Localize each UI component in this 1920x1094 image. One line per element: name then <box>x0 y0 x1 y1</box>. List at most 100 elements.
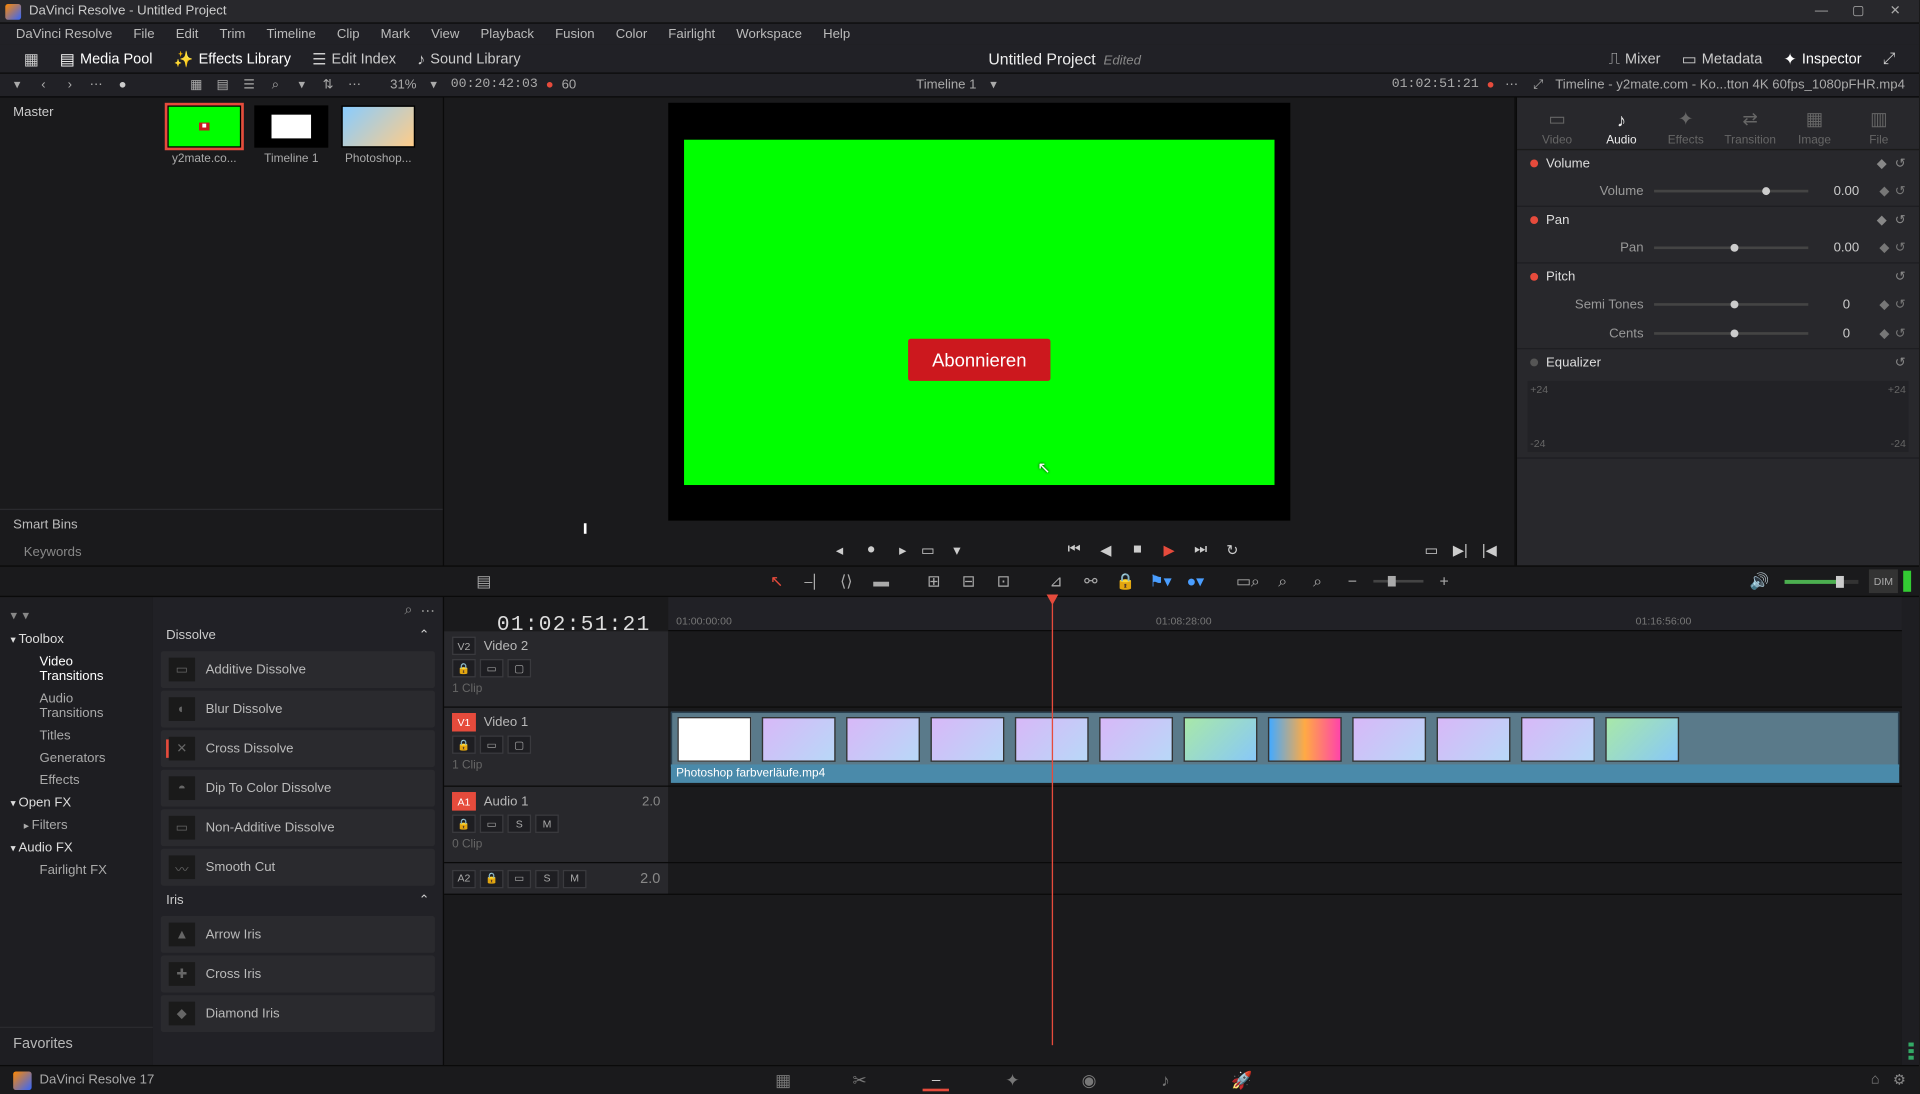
chevron-down-icon[interactable]: ▾ <box>424 76 442 94</box>
fx-group-dissolve[interactable]: Dissolve⌃ <box>153 623 443 648</box>
fx-toolbox[interactable]: ▾Toolbox <box>0 629 153 651</box>
overwrite-icon[interactable]: ⊟ <box>955 569 982 593</box>
play-icon[interactable]: ▶ <box>1157 538 1181 562</box>
solo-button[interactable]: S <box>535 869 559 887</box>
inspector-button[interactable]: ✦Inspector <box>1778 47 1867 71</box>
fx-item[interactable]: ▲Arrow Iris <box>161 916 435 953</box>
link-icon[interactable]: ⚯ <box>1077 569 1104 593</box>
nav-back-icon[interactable]: ‹ <box>34 76 52 94</box>
zoom-full-icon[interactable]: ▭⌕ <box>1234 569 1261 593</box>
reset-icon[interactable]: ↺ <box>1895 156 1906 170</box>
semitones-slider[interactable] <box>1654 303 1808 306</box>
search-icon[interactable]: ⌕ <box>1304 569 1331 593</box>
selection-tool-icon[interactable]: ↖ <box>763 569 790 593</box>
search-icon[interactable]: ⌕ <box>404 602 412 619</box>
menu-item[interactable]: Fusion <box>545 27 606 41</box>
nav-prev-icon[interactable]: ◂ <box>828 538 852 562</box>
volume-slider[interactable] <box>1654 190 1808 193</box>
chevron-down-icon[interactable]: ▾ <box>293 76 311 94</box>
keyframe-icon[interactable]: ◆ <box>1877 213 1887 227</box>
cents-value[interactable]: 0 <box>1819 326 1874 340</box>
mute-icon[interactable]: 🔊 <box>1745 569 1774 593</box>
keywords-bin[interactable]: Keywords <box>0 540 443 565</box>
expand-button[interactable]: ⤢ <box>1877 47 1900 71</box>
out-icon[interactable]: ▶| <box>1448 538 1472 562</box>
tab-audio[interactable]: ♪Audio <box>1591 109 1652 146</box>
cents-slider[interactable] <box>1654 332 1808 335</box>
more-icon[interactable]: ⋯ <box>420 602 434 619</box>
track-body-v2[interactable] <box>668 631 1902 706</box>
in-icon[interactable]: |◀ <box>1477 538 1501 562</box>
go-end-icon[interactable]: ⏭ <box>1189 538 1213 562</box>
more-icon[interactable]: ⋯ <box>345 76 363 94</box>
record-icon[interactable]: ● <box>113 76 131 94</box>
nav-fwd-icon[interactable]: › <box>61 76 79 94</box>
pan-value[interactable]: 0.00 <box>1819 241 1874 255</box>
strip-view-icon[interactable]: ▤ <box>214 76 232 94</box>
zoom-in-icon[interactable]: + <box>1431 569 1458 593</box>
menu-item[interactable]: Help <box>813 27 861 41</box>
playhead[interactable] <box>1052 597 1053 1045</box>
menu-item[interactable]: DaVinci Resolve <box>5 27 123 41</box>
minimize-icon[interactable]: — <box>1803 2 1840 20</box>
tab-video[interactable]: ▭Video <box>1527 108 1588 146</box>
track-dest-v2[interactable]: V2 <box>452 637 476 655</box>
timeline-ruler[interactable]: 01:00:00:00 01:08:28:00 01:16:56:00 <box>668 597 1902 631</box>
step-back-icon[interactable]: ◀ <box>1094 538 1118 562</box>
sort-icon[interactable]: ⇅ <box>319 76 337 94</box>
mediapool-button[interactable]: ▤Media Pool <box>54 47 157 71</box>
auto-select-icon[interactable]: ▭ <box>480 735 504 753</box>
menu-item[interactable]: Trim <box>209 27 256 41</box>
keyframe-icon[interactable]: ◆ <box>1879 297 1889 311</box>
media-clip[interactable]: Timeline 1 <box>253 105 329 440</box>
reset-icon[interactable]: ↺ <box>1895 297 1906 311</box>
search-icon[interactable]: ⌕ <box>266 76 284 94</box>
page-fairlight[interactable]: ♪ <box>1152 1070 1178 1091</box>
menu-item[interactable]: Edit <box>165 27 209 41</box>
auto-select-icon[interactable]: ▭ <box>480 659 504 677</box>
options-icon[interactable]: ⋯ <box>1503 76 1521 94</box>
loop-icon[interactable]: ↻ <box>1220 538 1244 562</box>
track-body-a1[interactable] <box>668 787 1902 862</box>
match-frame-icon[interactable]: ▭ <box>1419 538 1443 562</box>
maximize-icon[interactable]: ▢ <box>1840 2 1877 20</box>
keyframe-icon[interactable]: ◆ <box>1879 326 1889 340</box>
auto-select-icon[interactable]: ▭ <box>507 869 531 887</box>
track-head-a2[interactable]: A2 🔒 ▭ S M 2.0 <box>444 863 668 893</box>
page-deliver[interactable]: 🚀 <box>1229 1070 1255 1091</box>
lock-icon[interactable]: 🔒 <box>480 869 504 887</box>
blade-tool-icon[interactable]: ▬ <box>868 569 895 593</box>
pan-header[interactable]: Pan◆↺ <box>1517 207 1919 233</box>
track-head-a1[interactable]: A1Audio 12.0 🔒▭SM 0 Clip <box>444 787 668 862</box>
pitch-header[interactable]: Pitch↺ <box>1517 264 1919 290</box>
video-clip[interactable] <box>671 712 1899 767</box>
viewer-canvas[interactable]: Abonnieren ↖ <box>668 103 1290 521</box>
menu-item[interactable]: Fairlight <box>658 27 726 41</box>
semitones-value[interactable]: 0 <box>1819 297 1874 311</box>
crop-menu-icon[interactable]: ▭ <box>916 538 940 562</box>
lock-icon[interactable]: 🔒 <box>452 815 476 833</box>
keyframe-icon[interactable]: ◆ <box>1879 241 1889 255</box>
volume-header[interactable]: Volume◆↺ <box>1517 150 1919 176</box>
fx-video-transitions[interactable]: Video Transitions <box>0 651 153 688</box>
menu-item[interactable]: Mark <box>370 27 420 41</box>
eq-header[interactable]: Equalizer↺ <box>1517 349 1919 375</box>
timeline-view-icon[interactable]: ▤ <box>469 569 498 593</box>
reset-icon[interactable]: ↺ <box>1895 326 1906 340</box>
replace-icon[interactable]: ⊡ <box>990 569 1017 593</box>
chevron-down-icon[interactable]: ▾ <box>945 538 969 562</box>
monitor-volume-slider[interactable] <box>1785 579 1859 583</box>
menu-item[interactable]: Color <box>605 27 658 41</box>
track-dest-a1[interactable]: A1 <box>452 792 476 810</box>
options-icon[interactable]: ⋯ <box>87 76 105 94</box>
marker-icon[interactable]: ●▾ <box>1182 569 1209 593</box>
stop-icon[interactable]: ■ <box>1126 538 1150 562</box>
tab-image[interactable]: ▦Image <box>1784 108 1845 146</box>
list-view-icon[interactable]: ☰ <box>240 76 258 94</box>
expand-icon[interactable]: ⤢ <box>1529 76 1547 94</box>
reset-icon[interactable]: ↺ <box>1895 213 1906 227</box>
fx-generators[interactable]: Generators <box>0 747 153 769</box>
mixer-button[interactable]: ⎍Mixer <box>1603 47 1665 71</box>
page-fusion[interactable]: ✦ <box>999 1070 1025 1091</box>
timeline-timecode[interactable]: 01:02:51:21 <box>497 613 651 637</box>
